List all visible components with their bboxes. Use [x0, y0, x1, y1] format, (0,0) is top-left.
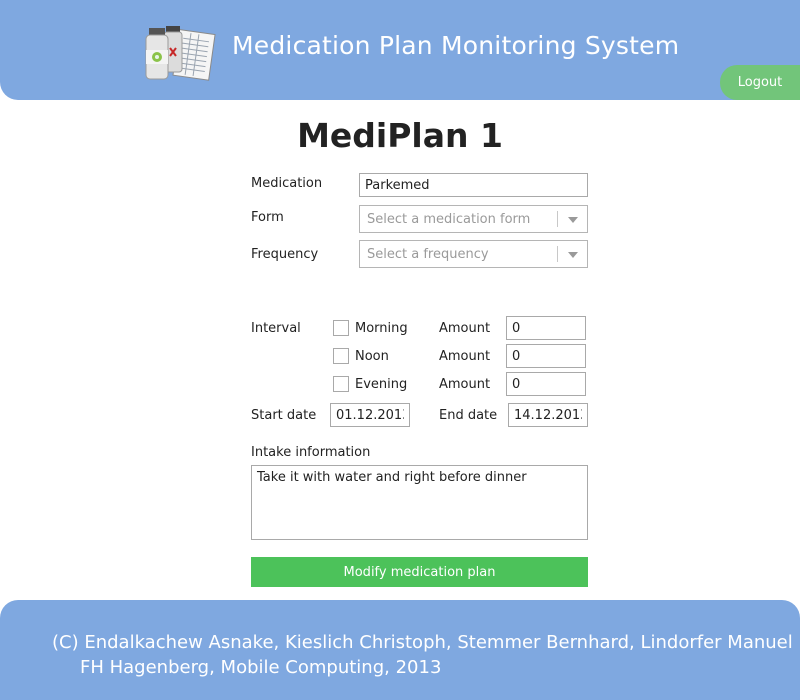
header: Medication Plan Monitoring System Logout — [0, 0, 800, 100]
intake-label: Intake information — [251, 445, 371, 460]
evening-amount-label: Amount — [439, 377, 491, 392]
select-separator — [557, 211, 558, 227]
chevron-down-icon[interactable] — [568, 217, 578, 223]
morning-checkbox[interactable] — [333, 320, 349, 336]
form-label: Form — [251, 210, 284, 225]
noon-checkbox[interactable] — [333, 348, 349, 364]
page-title: MediPlan 1 — [297, 116, 503, 155]
noon-label: Noon — [355, 349, 389, 364]
evening-label: Evening — [355, 377, 408, 392]
footer-credits: (C) Endalkachew Asnake, Kieslich Christo… — [52, 632, 793, 653]
app-logo-icon — [140, 20, 220, 86]
form-select-placeholder: Select a medication form — [367, 212, 531, 227]
medication-input[interactable] — [359, 173, 588, 197]
noon-amount-input[interactable] — [506, 344, 586, 368]
frequency-select[interactable]: Select a frequency — [359, 240, 588, 268]
morning-amount-input[interactable] — [506, 316, 586, 340]
morning-amount-label: Amount — [439, 321, 491, 336]
footer: (C) Endalkachew Asnake, Kieslich Christo… — [0, 600, 800, 700]
end-date-label: End date — [439, 408, 498, 423]
app-title: Medication Plan Monitoring System — [232, 31, 680, 60]
evening-checkbox[interactable] — [333, 376, 349, 392]
footer-institution: FH Hagenberg, Mobile Computing, 2013 — [80, 657, 442, 678]
intake-textarea[interactable]: Take it with water and right before dinn… — [251, 465, 588, 540]
noon-amount-label: Amount — [439, 349, 491, 364]
modify-plan-button[interactable]: Modify medication plan — [251, 557, 588, 587]
evening-amount-input[interactable] — [506, 372, 586, 396]
medication-label: Medication — [251, 176, 323, 191]
interval-label: Interval — [251, 321, 301, 336]
end-date-input[interactable] — [508, 403, 588, 427]
form-select[interactable]: Select a medication form — [359, 205, 588, 233]
start-date-label: Start date — [251, 408, 317, 423]
logout-button[interactable]: Logout — [720, 65, 800, 100]
select-separator — [557, 246, 558, 262]
morning-label: Morning — [355, 321, 408, 336]
chevron-down-icon[interactable] — [568, 252, 578, 258]
frequency-select-placeholder: Select a frequency — [367, 247, 489, 262]
start-date-input[interactable] — [330, 403, 410, 427]
frequency-label: Frequency — [251, 247, 319, 262]
